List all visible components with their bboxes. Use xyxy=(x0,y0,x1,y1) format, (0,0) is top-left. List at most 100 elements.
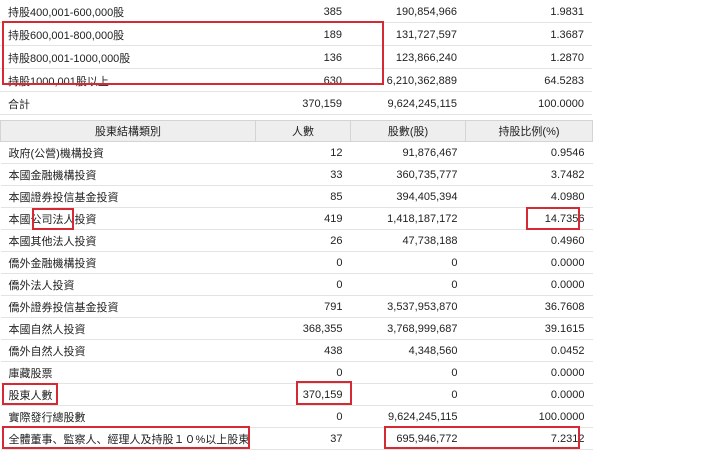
table-row: 持股600,001-800,000股 189 131,727,597 1.3687 xyxy=(0,22,592,46)
table-row: 持股800,001-1000,000股 136 123,866,240 1.2870 xyxy=(0,45,592,69)
row-shares: 394,405,394 xyxy=(350,185,466,208)
table-row: 本國自然人投資 368,355 3,768,999,687 39.1615 xyxy=(0,317,593,340)
row-shares: 0 xyxy=(350,251,466,274)
row-holders: 33 xyxy=(255,163,351,186)
table-row: 持股400,001-600,000股 385 190,854,966 1.9831 xyxy=(0,0,592,23)
table-row: 本國公司法人投資 419 1,418,187,172 14.7356 xyxy=(0,207,593,230)
row-label: 僑外法人投資 xyxy=(0,273,256,296)
row-holders: 0 xyxy=(255,361,351,384)
table-row: 僑外證券投信基金投資 791 3,537,953,870 36.7608 xyxy=(0,295,593,318)
row-holders: 26 xyxy=(255,229,351,252)
row-holders: 368,355 xyxy=(255,317,351,340)
row-shares: 0 xyxy=(350,361,466,384)
table-row: 本國證券投信基金投資 85 394,405,394 4.0980 xyxy=(0,185,593,208)
row-holders: 189 xyxy=(255,22,350,46)
row-label: 本國公司法人投資 xyxy=(0,207,256,230)
row-percent: 100.0000 xyxy=(465,405,593,428)
row-shares: 1,418,187,172 xyxy=(350,207,466,230)
table-row: 股東人數 370,159 0 0.0000 xyxy=(0,383,593,406)
row-percent: 3.7482 xyxy=(465,163,593,186)
row-shares: 9,624,245,115 xyxy=(350,405,466,428)
row-holders: 791 xyxy=(255,295,351,318)
row-percent: 36.7608 xyxy=(465,295,593,318)
table-row: 僑外法人投資 0 0 0.0000 xyxy=(0,273,593,296)
row-label: 全體董事、監察人、經理人及持股１０%以上股東 xyxy=(0,427,256,450)
header-holders: 人數 xyxy=(255,120,351,142)
table-row: 僑外金融機構投資 0 0 0.0000 xyxy=(0,251,593,274)
row-holders: 370,159 xyxy=(255,383,351,406)
row-label: 僑外自然人投資 xyxy=(0,339,256,362)
row-percent: 0.0000 xyxy=(465,273,593,296)
shareholder-structure-table: 股東結構類別 人數 股數(股) 持股比例(%) 政府(公營)機構投資 12 91,8… xyxy=(0,120,593,450)
row-percent: 0.0000 xyxy=(465,361,593,384)
row-label: 持股1000,001股以上 xyxy=(0,68,255,92)
row-shares: 3,768,999,687 xyxy=(350,317,466,340)
row-shares: 6,210,362,889 xyxy=(350,68,465,92)
table-row: 合計 370,159 9,624,245,115 100.0000 xyxy=(0,91,592,115)
shareholder-structure-panel: 持股400,001-600,000股 385 190,854,966 1.9831 持股… xyxy=(0,0,593,453)
row-percent: 0.0000 xyxy=(465,383,593,406)
row-holders: 0 xyxy=(255,251,351,274)
table-row: 實際發行總股數 0 9,624,245,115 100.0000 xyxy=(0,405,593,428)
row-label: 合計 xyxy=(0,91,255,115)
row-holders: 136 xyxy=(255,45,350,69)
row-percent: 100.0000 xyxy=(465,91,592,115)
row-label: 僑外證券投信基金投資 xyxy=(0,295,256,318)
row-percent: 64.5283 xyxy=(465,68,592,92)
row-label: 股東人數 xyxy=(0,383,256,406)
table-header-row: 股東結構類別 人數 股數(股) 持股比例(%) xyxy=(0,120,593,142)
table-row: 本國金融機構投資 33 360,735,777 3.7482 xyxy=(0,163,593,186)
row-holders: 630 xyxy=(255,68,350,92)
row-percent: 0.9546 xyxy=(465,141,593,164)
row-label: 本國自然人投資 xyxy=(0,317,256,340)
row-label: 本國金融機構投資 xyxy=(0,163,256,186)
row-percent: 1.9831 xyxy=(465,0,592,23)
row-holders: 438 xyxy=(255,339,351,362)
row-label: 持股400,001-600,000股 xyxy=(0,0,255,23)
table-row: 持股1000,001股以上 630 6,210,362,889 64.5283 xyxy=(0,68,592,92)
row-shares: 3,537,953,870 xyxy=(350,295,466,318)
row-label: 庫藏股票 xyxy=(0,361,256,384)
row-shares: 360,735,777 xyxy=(350,163,466,186)
row-percent: 0.4960 xyxy=(465,229,593,252)
row-label: 本國其他法人投資 xyxy=(0,229,256,252)
row-label: 持股800,001-1000,000股 xyxy=(0,45,255,69)
header-percent: 持股比例(%) xyxy=(465,120,593,142)
table-row: 本國其他法人投資 26 47,738,188 0.4960 xyxy=(0,229,593,252)
row-shares: 190,854,966 xyxy=(350,0,465,23)
row-holders: 37 xyxy=(255,427,351,450)
row-label: 持股600,001-800,000股 xyxy=(0,22,255,46)
row-shares: 0 xyxy=(350,383,466,406)
row-holders: 419 xyxy=(255,207,351,230)
row-label: 僑外金融機構投資 xyxy=(0,251,256,274)
table-row: 庫藏股票 0 0 0.0000 xyxy=(0,361,593,384)
row-percent: 7.2312 xyxy=(465,427,593,450)
table-row: 政府(公營)機構投資 12 91,876,467 0.9546 xyxy=(0,141,593,164)
row-shares: 131,727,597 xyxy=(350,22,465,46)
header-shares: 股數(股) xyxy=(350,120,466,142)
row-percent: 4.0980 xyxy=(465,185,593,208)
row-shares: 9,624,245,115 xyxy=(350,91,465,115)
row-label: 政府(公營)機構投資 xyxy=(0,141,256,164)
row-percent: 1.2870 xyxy=(465,45,592,69)
row-shares: 4,348,560 xyxy=(350,339,466,362)
row-holders: 370,159 xyxy=(255,91,350,115)
holding-distribution-table: 持股400,001-600,000股 385 190,854,966 1.9831 持股… xyxy=(0,0,592,115)
row-holders: 85 xyxy=(255,185,351,208)
row-shares: 123,866,240 xyxy=(350,45,465,69)
header-category: 股東結構類別 xyxy=(0,120,256,142)
row-percent: 14.7356 xyxy=(465,207,593,230)
row-label: 本國證券投信基金投資 xyxy=(0,185,256,208)
row-shares: 695,946,772 xyxy=(350,427,466,450)
table-row: 僑外自然人投資 438 4,348,560 0.0452 xyxy=(0,339,593,362)
row-holders: 385 xyxy=(255,0,350,23)
row-holders: 0 xyxy=(255,405,351,428)
row-shares: 47,738,188 xyxy=(350,229,466,252)
row-percent: 0.0452 xyxy=(465,339,593,362)
row-holders: 0 xyxy=(255,273,351,296)
row-shares: 0 xyxy=(350,273,466,296)
row-percent: 39.1615 xyxy=(465,317,593,340)
row-label: 實際發行總股數 xyxy=(0,405,256,428)
row-holders: 12 xyxy=(255,141,351,164)
row-percent: 1.3687 xyxy=(465,22,592,46)
